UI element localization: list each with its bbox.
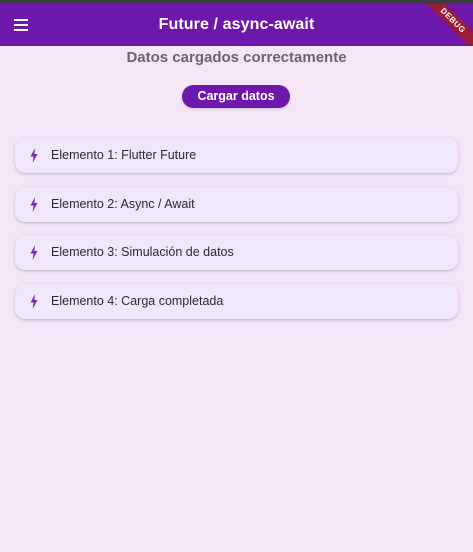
list-item-label: Elemento 3: Simulación de datos [51,245,234,259]
app-bar: Future / async-await DEBUG [0,4,473,46]
list-item-label: Elemento 4: Carga completada [51,293,224,308]
list-item[interactable]: Elemento 4: Carga completada [15,283,458,319]
item-list: Elemento 1: Flutter Future Elemento 2: A… [15,138,458,332]
lightning-bolt-icon [29,196,39,213]
lightning-bolt-icon [29,147,39,164]
list-item[interactable]: Elemento 3: Simulación de datos [15,235,458,270]
load-data-button[interactable]: Cargar datos [182,85,290,108]
list-item-label: Elemento 2: Async / Await [51,196,195,211]
lightning-bolt-icon [29,244,39,261]
lightning-bolt-icon [29,293,39,310]
app-title: Future / async-await [158,16,315,33]
list-item[interactable]: Elemento 1: Flutter Future [15,138,458,173]
list-item-label: Elemento 1: Flutter Future [51,148,197,162]
list-item[interactable]: Elemento 2: Async / Await [15,186,458,222]
status-message: Datos cargados correctamente [126,49,347,66]
